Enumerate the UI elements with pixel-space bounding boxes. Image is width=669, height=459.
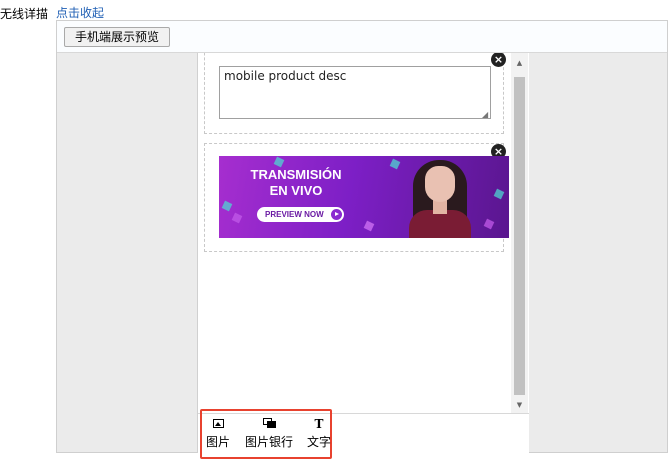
presenter-photo	[401, 156, 481, 238]
resize-grip-icon[interactable]: ◢	[482, 110, 488, 119]
scroll-thumb[interactable]	[514, 77, 525, 395]
banner-preview-label: PREVIEW NOW	[265, 210, 324, 219]
text-module[interactable]: × mobile product desc ◢	[204, 53, 506, 134]
module-scroll-area[interactable]: × mobile product desc ◢ × TRANSMISIÓN EN…	[198, 53, 510, 413]
presenter-body	[409, 210, 471, 238]
scroll-down-arrow-icon[interactable]: ▼	[511, 397, 528, 413]
image-module[interactable]: × TRANSMISIÓN EN VIVO PREVIEW NOW	[204, 143, 509, 252]
image-bank-icon	[242, 417, 296, 431]
vertical-scrollbar[interactable]: ▲ ▼	[511, 53, 528, 413]
confetti-shape	[273, 156, 285, 168]
close-icon[interactable]: ×	[491, 53, 506, 67]
add-tools-highlight: 图片 图片银行 T 文字	[200, 409, 332, 459]
scroll-up-arrow-icon[interactable]: ▲	[511, 55, 528, 71]
editor-toolbar: 手机端展示预览	[57, 21, 667, 53]
add-module-bar: 图片 图片银行 T 文字	[198, 409, 529, 459]
add-text-button[interactable]: T 文字	[305, 417, 333, 450]
confetti-shape	[389, 158, 401, 170]
banner-preview-button: PREVIEW NOW	[257, 207, 344, 222]
presenter-neck	[433, 200, 447, 214]
confetti-shape	[231, 212, 243, 224]
confetti-shape	[363, 220, 375, 232]
add-image-bank-label: 图片银行	[244, 435, 293, 449]
presenter-face	[425, 166, 455, 202]
mobile-preview-button[interactable]: 手机端展示预览	[64, 27, 171, 47]
add-image-button[interactable]: 图片	[206, 417, 230, 450]
add-image-bank-button[interactable]: 图片银行	[242, 417, 296, 450]
mobile-description-editor: 手机端展示预览 × mobile product desc ◢ × TRANSM…	[56, 20, 668, 459]
text-icon: T	[314, 417, 324, 431]
play-icon	[330, 209, 342, 220]
image-icon	[206, 417, 230, 431]
confetti-shape	[493, 188, 505, 200]
phone-preview-canvas: × mobile product desc ◢ × TRANSMISIÓN EN…	[197, 53, 529, 459]
collapse-link[interactable]: 点击收起	[56, 4, 104, 21]
product-description-textarea[interactable]: mobile product desc	[219, 66, 491, 119]
confetti-shape	[483, 218, 495, 230]
add-image-label: 图片	[206, 435, 231, 449]
confetti-shape	[221, 200, 233, 212]
field-label-wireless-description: 无线详描	[0, 7, 49, 21]
banner-image: TRANSMISIÓN EN VIVO PREVIEW NOW	[219, 156, 509, 238]
add-text-label: 文字	[306, 435, 331, 449]
banner-title: TRANSMISIÓN EN VIVO	[250, 167, 342, 198]
